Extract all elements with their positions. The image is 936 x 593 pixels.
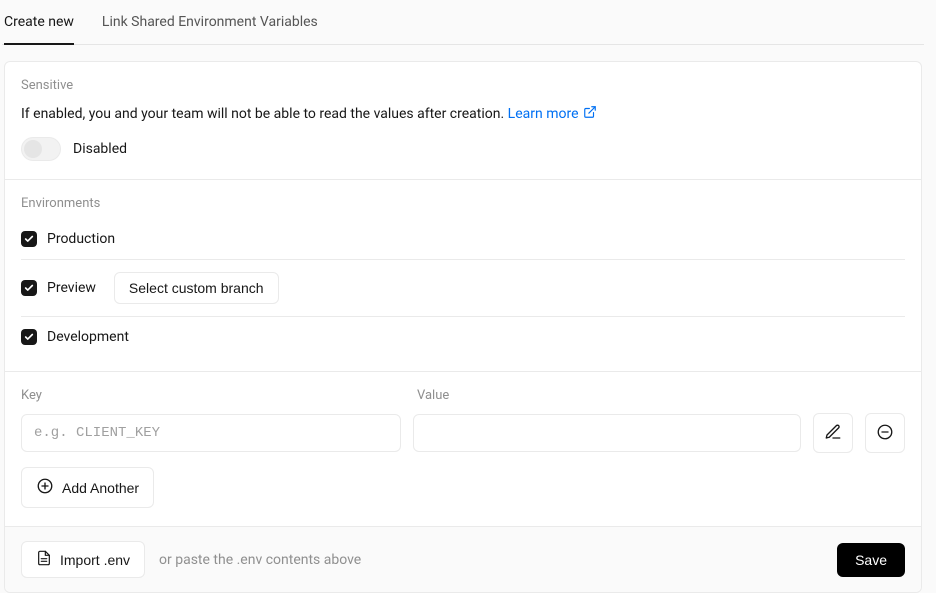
sensitive-title: Sensitive xyxy=(21,78,905,93)
remove-button[interactable] xyxy=(865,413,905,453)
learn-more-link[interactable]: Learn more xyxy=(508,105,597,123)
value-input[interactable] xyxy=(413,414,801,452)
toggle-state-label: Disabled xyxy=(73,141,127,157)
checkbox-preview[interactable] xyxy=(21,280,37,296)
divider xyxy=(21,259,905,260)
section-environments: Environments Production Preview Select c… xyxy=(5,180,921,372)
pencil-icon xyxy=(824,423,842,444)
env-label-preview: Preview xyxy=(47,280,96,296)
environments-title: Environments xyxy=(21,196,905,211)
sensitive-toggle[interactable] xyxy=(21,137,61,161)
tab-link-shared[interactable]: Link Shared Environment Variables xyxy=(102,0,318,44)
external-link-icon xyxy=(583,105,597,123)
checkbox-development[interactable] xyxy=(21,329,37,345)
select-branch-button[interactable]: Select custom branch xyxy=(114,272,279,304)
add-another-label: Add Another xyxy=(62,480,139,496)
key-input[interactable] xyxy=(21,414,401,452)
edit-button[interactable] xyxy=(813,413,853,453)
add-another-button[interactable]: Add Another xyxy=(21,467,154,508)
learn-more-label: Learn more xyxy=(508,106,579,122)
env-label-development: Development xyxy=(47,329,129,345)
import-env-button[interactable]: Import .env xyxy=(21,541,145,578)
tab-create-new[interactable]: Create new xyxy=(4,0,74,44)
section-keyvalue: Key Value xyxy=(5,372,921,527)
toggle-row: Disabled xyxy=(21,137,905,161)
env-row-production: Production xyxy=(21,223,905,255)
divider xyxy=(21,316,905,317)
sensitive-description: If enabled, you and your team will not b… xyxy=(21,105,905,123)
sensitive-desc-text: If enabled, you and your team will not b… xyxy=(21,106,504,122)
kv-header: Key Value xyxy=(21,388,905,403)
form-card: Sensitive If enabled, you and your team … xyxy=(4,61,922,593)
value-column-label: Value xyxy=(417,388,905,403)
plus-circle-icon xyxy=(36,477,54,498)
footer: Import .env or paste the .env contents a… xyxy=(5,527,921,592)
footer-left: Import .env or paste the .env contents a… xyxy=(21,541,361,578)
save-button[interactable]: Save xyxy=(837,543,905,577)
import-env-label: Import .env xyxy=(60,552,130,568)
toggle-knob xyxy=(24,140,42,158)
env-row-development: Development xyxy=(21,321,905,353)
env-row-preview: Preview Select custom branch xyxy=(21,264,905,312)
paste-hint: or paste the .env contents above xyxy=(159,552,361,568)
file-icon xyxy=(36,550,52,569)
checkbox-production[interactable] xyxy=(21,231,37,247)
tabs: Create new Link Shared Environment Varia… xyxy=(2,0,924,45)
key-column-label: Key xyxy=(21,388,401,403)
section-sensitive: Sensitive If enabled, you and your team … xyxy=(5,62,921,180)
env-label-production: Production xyxy=(47,231,115,247)
kv-row xyxy=(21,413,905,453)
minus-circle-icon xyxy=(876,423,894,444)
